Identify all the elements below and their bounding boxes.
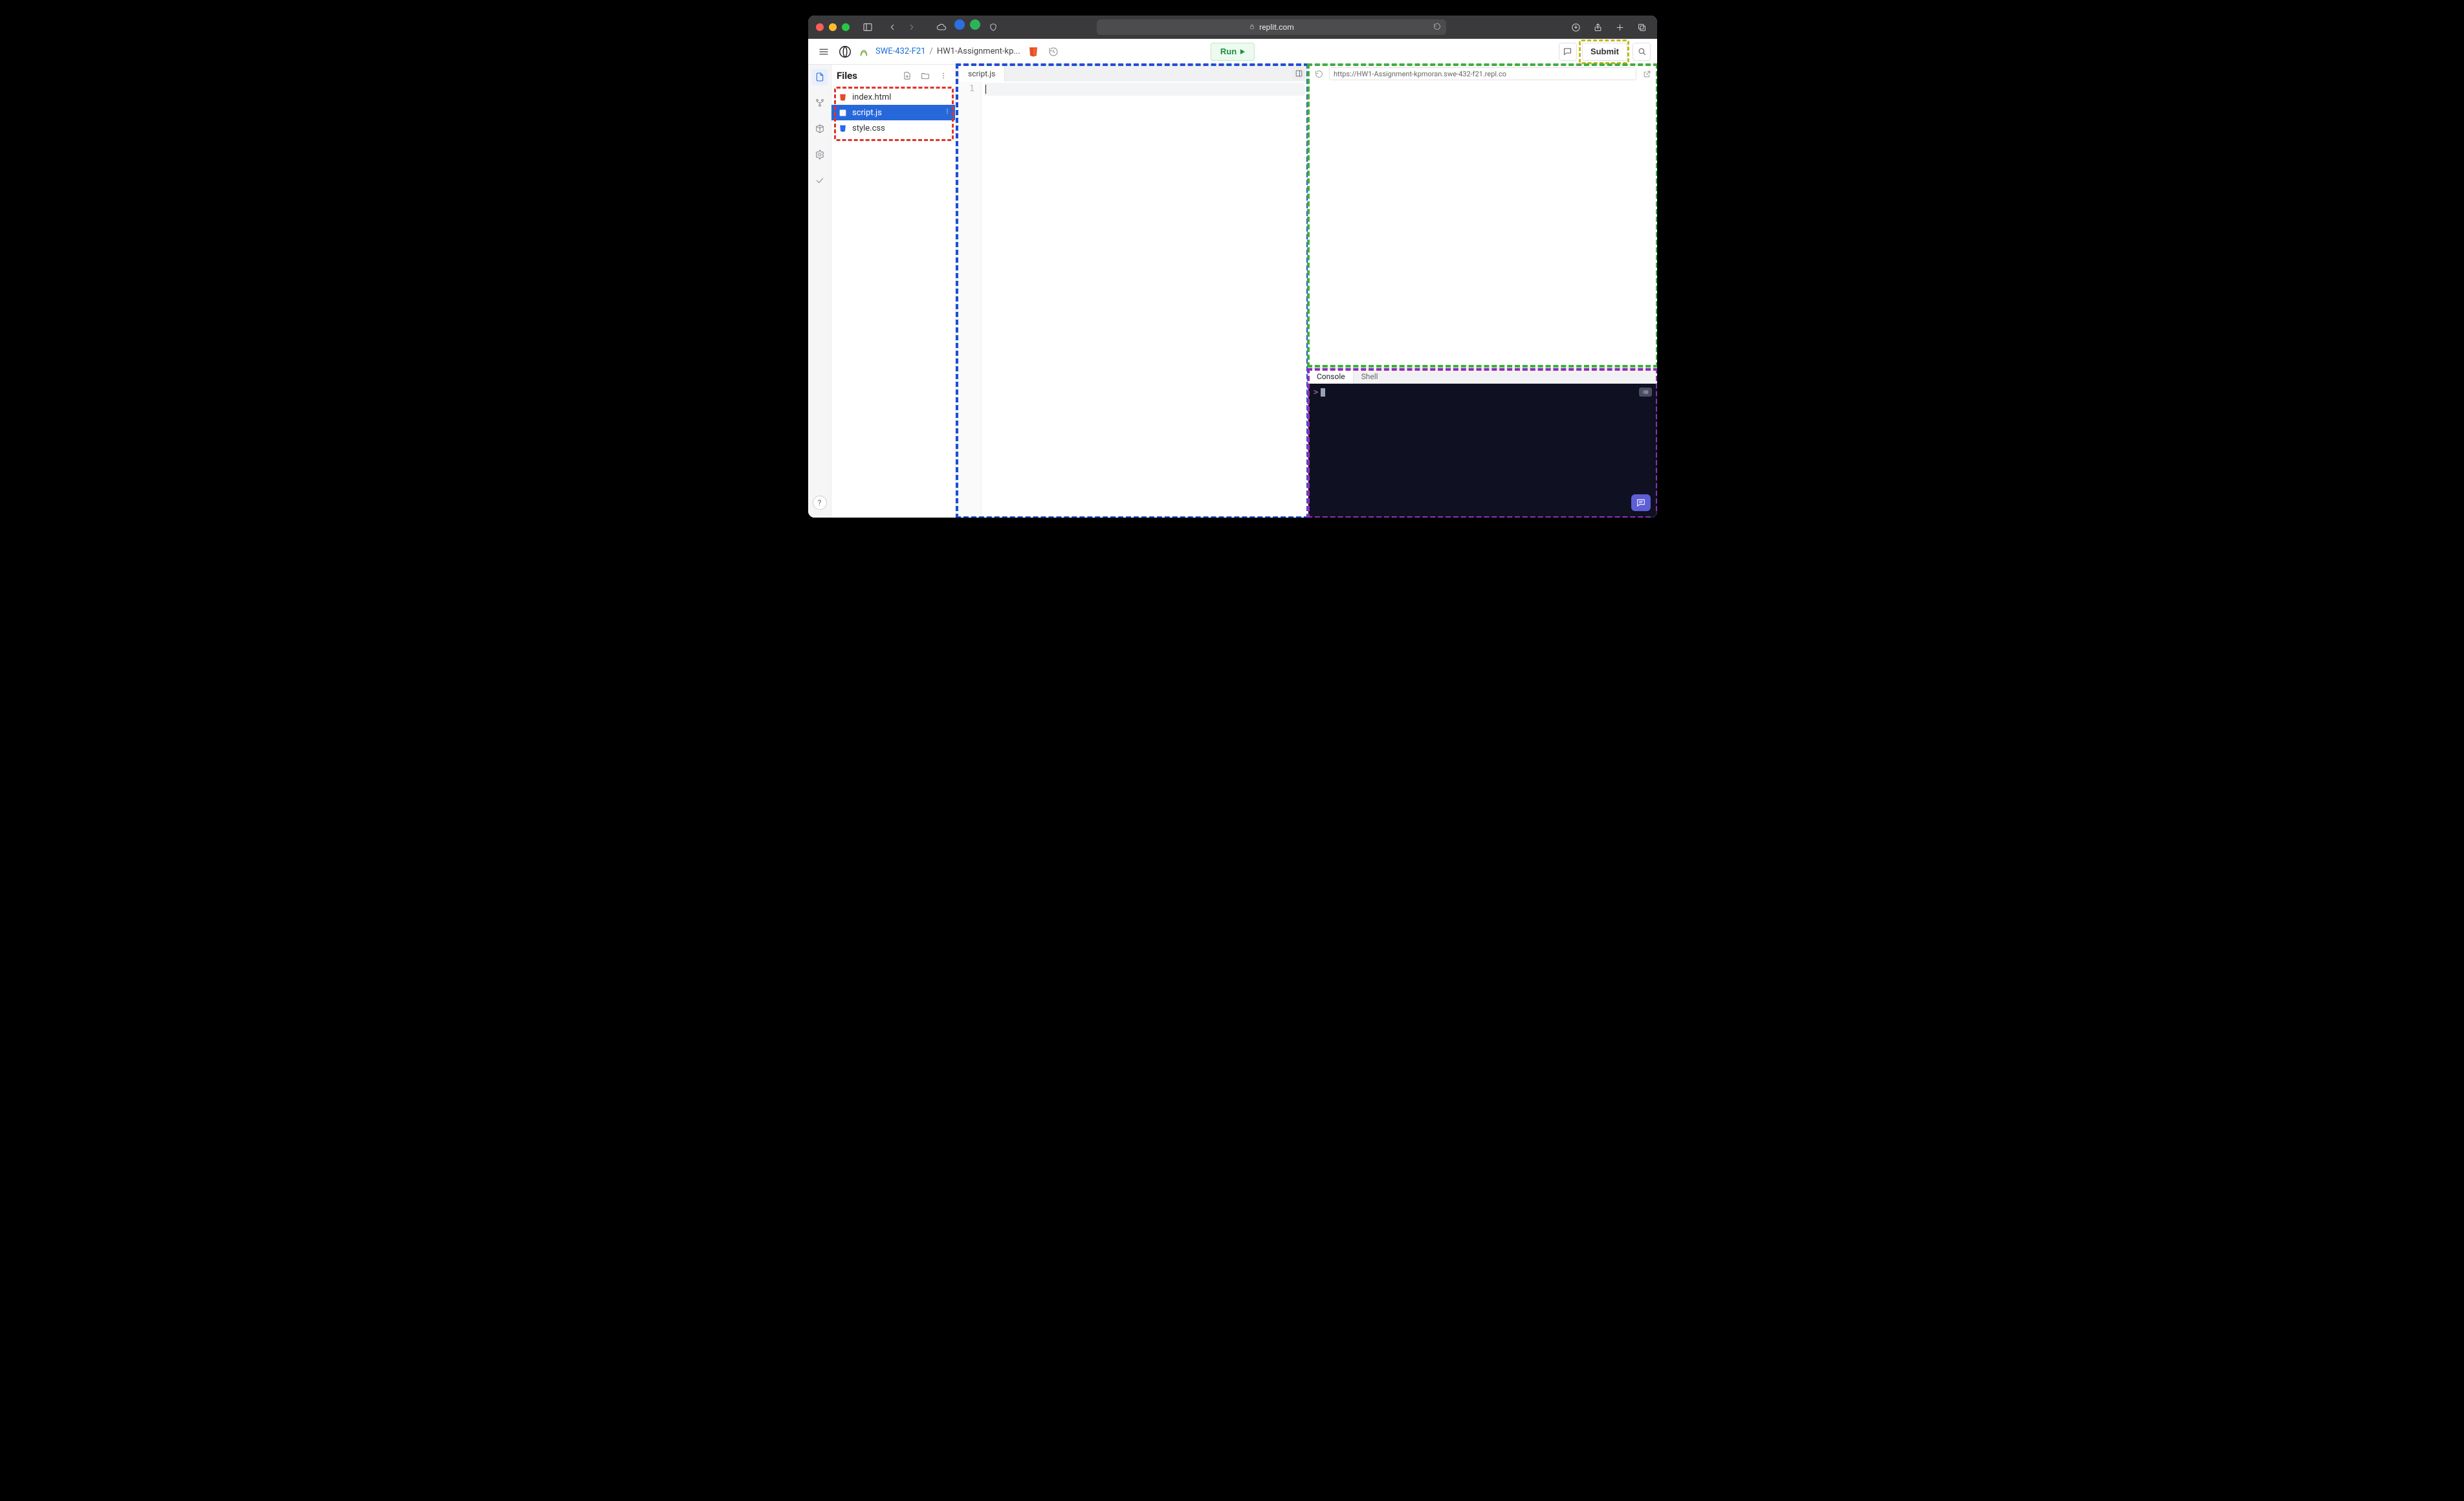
file-name-label: script.js (852, 108, 882, 118)
privacy-shield-icon[interactable] (985, 19, 1001, 35)
downloads-icon[interactable] (1568, 19, 1583, 35)
files-panel-header: Files (831, 65, 955, 87)
editor-caret (985, 85, 986, 94)
editor-tabbar: script.js (956, 65, 1308, 82)
breadcrumb: SWE-432-F21 / HW1-Assignment-kp... (875, 47, 1020, 56)
console-caret (1321, 388, 1325, 397)
editor-tab-script-js[interactable]: script.js (958, 65, 1005, 82)
help-button[interactable]: ? (813, 496, 827, 510)
comments-button[interactable] (1559, 43, 1577, 61)
file-name-label: style.css (852, 124, 885, 133)
editor-content[interactable] (982, 82, 1308, 518)
console-tab-console[interactable]: Console (1308, 369, 1354, 384)
new-folder-button[interactable] (919, 69, 932, 82)
back-button[interactable] (885, 19, 900, 35)
code-editor[interactable]: 1 (956, 82, 1308, 518)
rail-settings-icon[interactable] (811, 146, 828, 163)
lock-icon (1249, 23, 1255, 32)
right-panes: https://HW1-Assignment-kpmoran.swe-432-f… (1308, 65, 1657, 518)
browser-chrome-bar: replit.com (808, 16, 1657, 39)
rail-files-icon[interactable] (811, 69, 828, 85)
preview-reload-button[interactable] (1312, 67, 1325, 80)
new-file-button[interactable] (901, 69, 914, 82)
breadcrumb-team-link[interactable]: SWE-432-F21 (875, 47, 926, 56)
files-list: index.html script.js (831, 87, 955, 136)
submit-button-label: Submit (1590, 47, 1619, 56)
html-file-icon (838, 93, 847, 102)
maximize-window-button[interactable] (842, 23, 850, 31)
console-output[interactable]: > (1308, 384, 1657, 518)
minimize-window-button[interactable] (829, 23, 837, 31)
rail-tests-icon[interactable] (811, 172, 828, 189)
icloud-icon[interactable] (934, 19, 949, 35)
extension-dot-green-icon[interactable] (970, 19, 980, 30)
preview-iframe[interactable] (1308, 83, 1657, 367)
css-file-icon (838, 124, 847, 133)
chat-fab-button[interactable] (1631, 494, 1651, 511)
console-tabbar: Console Shell (1308, 368, 1657, 384)
new-tab-icon[interactable] (1612, 19, 1627, 35)
rail-packages-icon[interactable] (811, 120, 828, 137)
browser-url-text: replit.com (1259, 23, 1294, 32)
browser-url-bar[interactable]: replit.com (1097, 19, 1446, 35)
app-header: SWE-432-F21 / HW1-Assignment-kp... Run (808, 39, 1657, 65)
preview-address-bar[interactable]: https://HW1-Assignment-kpmoran.swe-432-f… (1329, 67, 1636, 80)
js-file-icon (838, 108, 847, 117)
file-name-label: index.html (852, 93, 891, 102)
console-tab-shell[interactable]: Shell (1354, 369, 1386, 384)
preview-toolbar: https://HW1-Assignment-kpmoran.swe-432-f… (1308, 65, 1657, 83)
rail-vcs-icon[interactable] (811, 94, 828, 111)
console-tab-label: Shell (1361, 372, 1378, 381)
file-row-style-css[interactable]: style.css (831, 120, 955, 136)
team-avatar-icon[interactable] (857, 45, 870, 58)
open-in-new-tab-button[interactable] (1640, 67, 1653, 80)
editor-current-line (984, 83, 1305, 96)
replit-logo-icon[interactable] (837, 43, 853, 60)
editor-tab-label: script.js (968, 69, 995, 78)
file-row-script-js[interactable]: script.js (831, 105, 955, 120)
console-prompt: > (1314, 388, 1318, 397)
breadcrumb-separator: / (930, 47, 933, 56)
submit-button[interactable]: Submit (1582, 43, 1627, 61)
console-pane: Console Shell > (1308, 367, 1657, 518)
search-button[interactable] (1633, 43, 1651, 61)
play-icon (1240, 49, 1245, 54)
browser-window: replit.com (808, 16, 1657, 518)
layout-toggle-button[interactable] (1292, 67, 1305, 80)
forward-button[interactable] (904, 19, 919, 35)
gutter-line-number: 1 (956, 84, 974, 94)
files-more-button[interactable] (937, 69, 950, 82)
sidebar-toggle-icon[interactable] (860, 19, 875, 35)
left-rail: ? (808, 65, 831, 518)
editor-gutter: 1 (956, 82, 982, 518)
language-html5-icon (1027, 45, 1040, 58)
close-window-button[interactable] (816, 23, 824, 31)
files-panel: Files (831, 65, 956, 518)
file-row-index-html[interactable]: index.html (831, 89, 955, 105)
share-icon[interactable] (1590, 19, 1605, 35)
run-button[interactable]: Run (1211, 43, 1255, 61)
files-panel-title: Files (837, 70, 857, 82)
console-tab-label: Console (1317, 372, 1345, 381)
tab-overview-icon[interactable] (1634, 19, 1649, 35)
run-button-label: Run (1220, 47, 1237, 56)
app-body: ? Files (808, 65, 1657, 518)
console-clear-button[interactable] (1639, 388, 1652, 397)
help-button-label: ? (818, 498, 822, 507)
reload-icon[interactable] (1433, 23, 1441, 32)
editor-area: script.js 1 (956, 65, 1308, 518)
preview-address-text: https://HW1-Assignment-kpmoran.swe-432-f… (1334, 70, 1506, 78)
preview-pane: https://HW1-Assignment-kpmoran.swe-432-f… (1308, 65, 1657, 367)
menu-button[interactable] (815, 43, 833, 61)
extension-dot-blue-icon[interactable] (954, 19, 965, 30)
file-row-more-icon[interactable] (943, 107, 951, 118)
window-controls (816, 23, 850, 31)
breadcrumb-project: HW1-Assignment-kp... (937, 47, 1020, 56)
history-button[interactable] (1046, 45, 1061, 59)
